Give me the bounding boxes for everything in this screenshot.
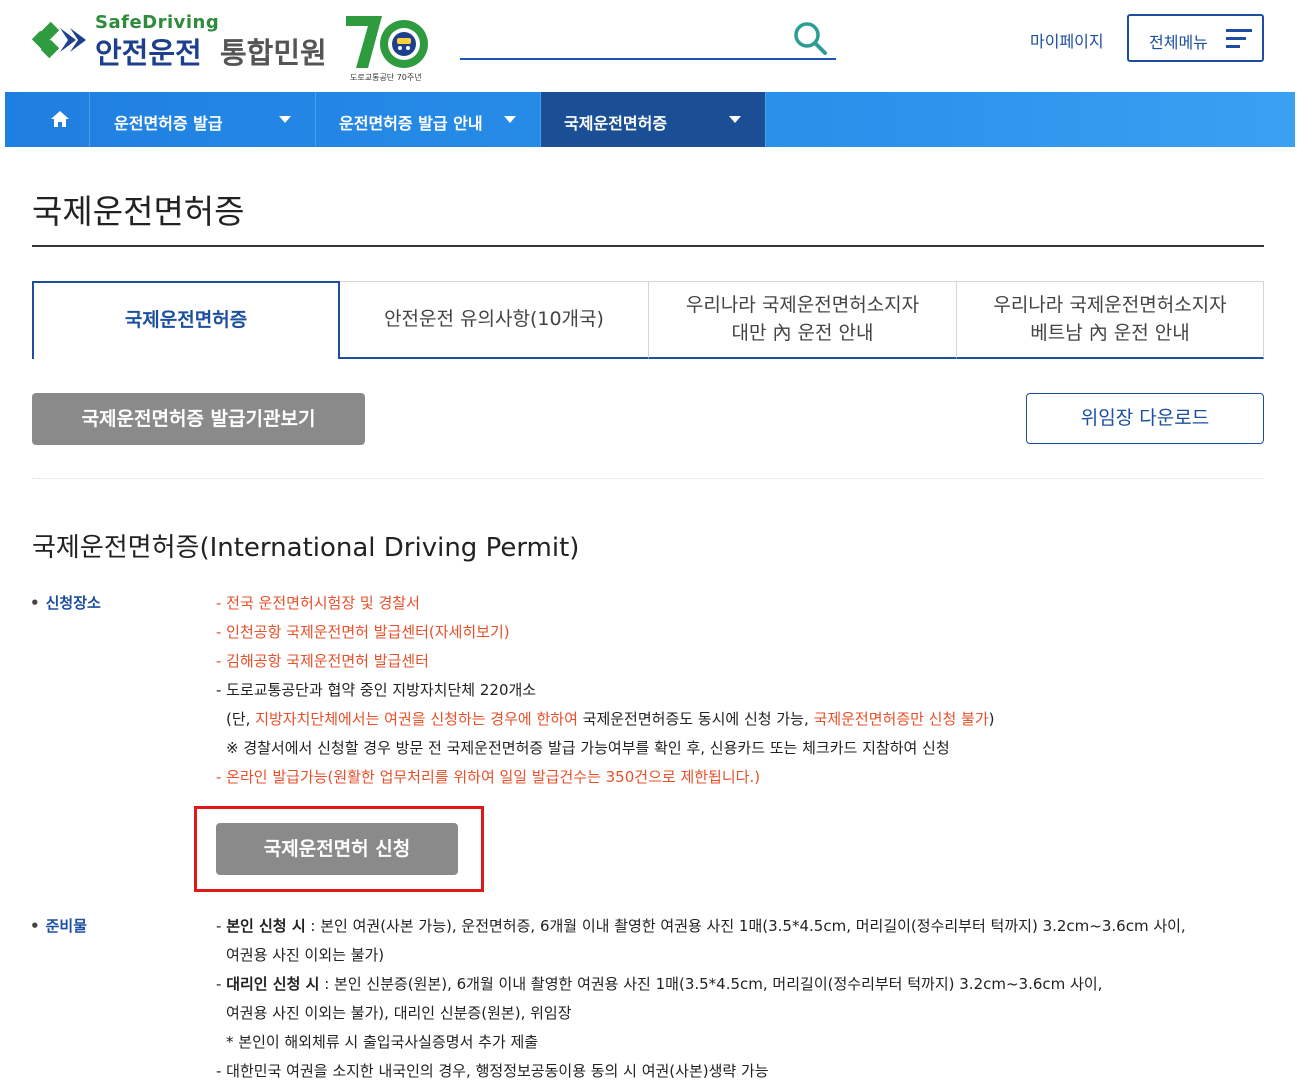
clover-logo-icon [31,21,86,59]
chevron-down-icon [504,116,516,123]
place-line-5: (단, 지방자치단체에서는 여권을 신청하는 경우에 한하여 국제운전면허증도 … [226,708,995,729]
tab-label: 국제운전면허증 [124,309,248,332]
page-title: 국제운전면허증 [32,192,245,231]
apply-international-license-button[interactable]: 국제운전면허 신청 [216,823,458,875]
bullet: • [30,594,40,612]
prep-text: : 본인 신분증(원본), 6개월 이내 촬영한 여권용 사진 1매(3.5*4… [319,975,1103,993]
note-highlight: 국제운전면허증만 신청 불가 [813,710,989,728]
place-line-4: - 도로교통공단과 협약 중인 지방자치단체 220개소 [216,681,537,699]
note-text: (단, [226,710,256,728]
prep-line-5: * 본인이 해외체류 시 출입국사실증명서 추가 제출 [226,1033,539,1051]
nav-item-international-license[interactable]: 국제운전면허증 [541,92,766,147]
tab-taiwan-guide[interactable]: 우리나라 국제운전면허소지자 대만 內 운전 안내 [649,281,957,359]
site-logo[interactable]: SafeDriving 안전운전 통합민원 도로교통공단 70주년 [30,10,440,85]
place-line-6: ※ 경찰서에서 신청할 경우 방문 전 국제운전면허증 발급 가능여부를 확인 … [226,739,950,757]
prep-bold: 대리인 신청 시 [226,975,320,993]
nav-item-license-guide[interactable]: 운전면허증 발급 안내 [316,92,541,147]
prep-text: - [216,975,227,993]
view-issuers-button[interactable]: 국제운전면허증 발급기관보기 [32,393,365,445]
tab-safety-notes[interactable]: 안전운전 유의사항(10개국) [340,281,649,359]
place-label-text: 신청장소 [45,594,101,612]
note-text: 국제운전면허증도 동시에 신청 가능, [577,710,814,728]
anniversary-70-icon [346,16,428,68]
tab-label: 안전운전 유의사항(10개국) [384,307,604,330]
chevron-down-icon [279,116,291,123]
anniversary-caption: 도로교통공단 70주년 [350,73,422,82]
prep-line-6: - 대한민국 여권을 소지한 내국인의 경우, 행정정보공동이용 동의 시 여권… [216,1062,769,1080]
place-line-2[interactable]: - 인천공항 국제운전면허 발급센터(자세히보기) [216,621,510,642]
prep-bold: 본인 신청 시 [226,917,306,935]
place-line-1: - 전국 운전면허시험장 및 경찰서 [216,594,420,612]
main-nav: 운전면허증 발급 운전면허증 발급 안내 국제운전면허증 [5,92,1295,147]
mypage-link[interactable]: 마이페이지 [1030,28,1104,52]
note-text: ) [988,710,995,728]
place-label: • 신청장소 [30,592,101,613]
tab-bar: 국제운전면허증 안전운전 유의사항(10개국) 우리나라 국제운전면허소지자 대… [32,281,1264,359]
all-menu-label: 전체메뉴 [1149,33,1208,52]
prep-text: - [216,917,227,935]
tab-international-license[interactable]: 국제운전면허증 [32,281,340,359]
nav-home-button[interactable] [5,92,90,147]
note-highlight: 지방자치단체에서는 여권을 신청하는 경우에 한하여 [255,710,578,728]
home-icon [51,111,69,127]
prep-line-4: 여권용 사진 이외는 불가), 대리인 신분증(원본), 위임장 [226,1004,572,1022]
all-menu-button[interactable]: 전체메뉴 [1127,14,1264,62]
tab-label-line1: 우리나라 국제운전면허소지자 [993,293,1227,316]
prep-line-3: - 대리인 신청 시 : 본인 신분증(원본), 6개월 이내 촬영한 여권용 … [216,973,1102,994]
section-title: 국제운전면허증(International Driving Permit) [32,533,580,563]
prep-label: • 준비물 [30,915,87,936]
prep-label-text: 준비물 [45,917,87,935]
bullet: • [30,917,40,935]
nav-item-label: 운전면허증 발급 안내 [339,114,483,133]
prep-line-1: - 본인 신청 시 : 본인 여권(사본 가능), 운전면허증, 6개월 이내 … [216,915,1186,936]
search-input[interactable] [460,58,836,60]
logo-title-2: 통합민원 [220,36,327,70]
nav-item-label: 국제운전면허증 [564,114,668,133]
prep-text: : 본인 여권(사본 가능), 운전면허증, 6개월 이내 촬영한 여권용 사진… [305,917,1186,935]
logo-title: 안전운전 [95,36,202,70]
tab-label-line2: 대만 內 운전 안내 [731,321,874,344]
tab-label-line1: 우리나라 국제운전면허소지자 [685,293,920,316]
title-divider [32,245,1264,247]
hamburger-icon [1226,29,1252,48]
section-divider [32,478,1264,479]
site-header: SafeDriving 안전운전 통합민원 도로교통공단 70주년 마이페이지 … [0,0,1301,92]
place-line-7: - 온라인 발급가능(원활한 업무처리를 위하여 일일 발급건수는 350건으로… [216,768,761,786]
search-icon[interactable] [792,20,828,56]
place-line-3: - 김해공항 국제운전면허 발급센터 [216,652,429,670]
nav-item-license-issue[interactable]: 운전면허증 발급 [91,92,316,147]
proxy-form-download-button[interactable]: 위임장 다운로드 [1026,393,1264,444]
nav-item-label: 운전면허증 발급 [114,114,223,133]
tab-vietnam-guide[interactable]: 우리나라 국제운전면허소지자 베트남 內 운전 안내 [957,281,1264,359]
tab-label-line2: 베트남 內 운전 안내 [1030,321,1190,344]
chevron-down-icon [729,116,741,123]
prep-line-2: 여권용 사진 이외는 불가) [226,946,385,964]
